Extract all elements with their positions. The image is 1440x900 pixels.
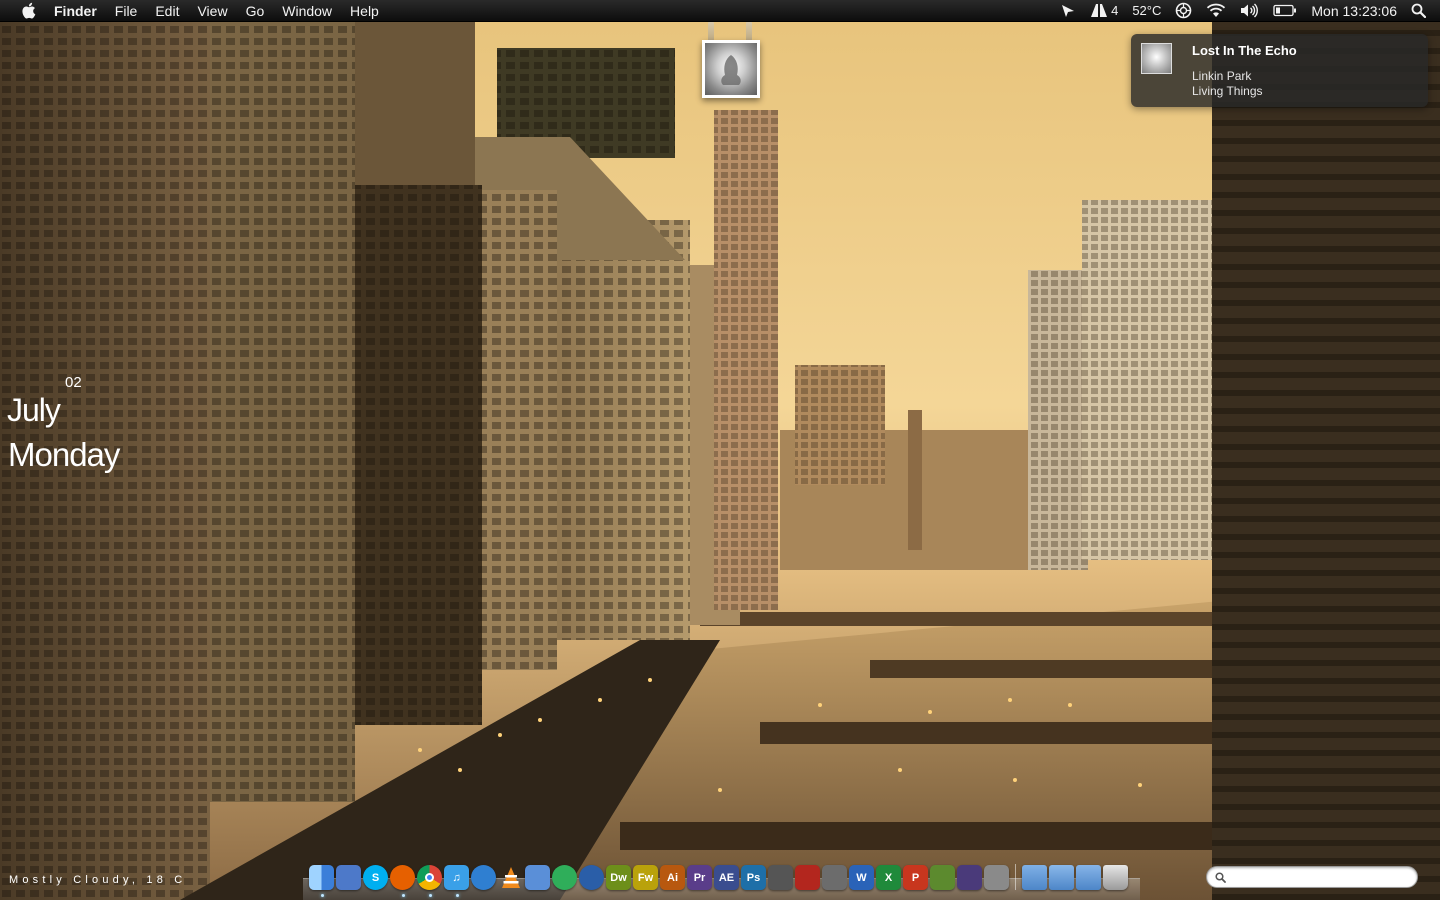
dock-tweetie-icon[interactable] xyxy=(525,865,550,890)
dock-word-label: W xyxy=(856,871,867,884)
dock-wizard-icon[interactable] xyxy=(957,865,982,890)
wifi-icon[interactable] xyxy=(1206,3,1226,18)
city-skyline-illustration xyxy=(0,0,1440,900)
dock-messages-icon[interactable] xyxy=(552,865,577,890)
weather-text: Mostly Cloudy, 18 C xyxy=(9,874,187,886)
dock-running-indicator xyxy=(401,894,405,897)
dock-system-preferences-icon[interactable] xyxy=(984,865,1009,890)
dock-photo-booth-icon[interactable] xyxy=(795,865,820,890)
dock-final-cut-icon[interactable] xyxy=(768,865,793,890)
now-playing-title: Lost In The Echo xyxy=(1192,43,1297,58)
now-playing-notification[interactable]: Lost In The Echo Linkin Park Living Thin… xyxy=(1131,34,1428,107)
dock-finder-icon[interactable] xyxy=(309,865,334,897)
date-day: 02 xyxy=(65,374,82,391)
dock-firefox-icon[interactable] xyxy=(390,865,415,897)
now-playing-artwork xyxy=(1141,43,1172,74)
dock-word-icon[interactable]: W xyxy=(849,865,874,890)
apple-menu-icon[interactable] xyxy=(20,2,36,20)
dock-chrome-icon[interactable] xyxy=(417,865,442,897)
dock-after-effects-label: AE xyxy=(718,871,735,884)
search-input[interactable] xyxy=(1231,870,1417,884)
dock-dreamweaver-label: Dw xyxy=(610,871,627,884)
dock-running-indicator xyxy=(455,894,459,897)
date-month: July xyxy=(7,392,61,428)
dock-minecraft-icon[interactable] xyxy=(930,865,955,890)
dock-safari-icon[interactable] xyxy=(471,865,496,890)
now-playing-artist: Linkin Park xyxy=(1192,69,1252,83)
chrome-center xyxy=(425,873,434,882)
dock-photoshop-label: Ps xyxy=(746,871,761,884)
dock-fireworks-label: Fw xyxy=(637,871,654,884)
clock[interactable]: Mon 13:23:06 xyxy=(1311,3,1397,19)
dock-premiere-icon[interactable]: Pr xyxy=(687,865,712,890)
dock-downloads-folder-icon[interactable] xyxy=(1076,865,1101,890)
album-art-widget[interactable] xyxy=(700,22,760,98)
dock-powerpoint-label: P xyxy=(911,871,920,884)
search-field[interactable] xyxy=(1206,866,1418,888)
menu-window[interactable]: Window xyxy=(273,0,341,22)
dock-excel-label: X xyxy=(884,871,893,884)
dock-skype-icon[interactable]: S xyxy=(363,865,388,890)
dock-illustrator-icon[interactable]: Ai xyxy=(660,865,685,890)
album-art-image xyxy=(705,43,757,95)
dock: S ♫ Dw Fw Ai Pr AE Ps W X P xyxy=(303,862,1140,900)
menu-help[interactable]: Help xyxy=(341,0,388,22)
adobe-icon xyxy=(1091,4,1108,17)
menu-app-name[interactable]: Finder xyxy=(54,0,106,22)
dock-itunes-icon[interactable]: ♫ xyxy=(444,865,469,897)
dock-documents-folder-icon[interactable] xyxy=(1049,865,1074,890)
menu-go[interactable]: Go xyxy=(237,0,274,22)
now-playing-album: Living Things xyxy=(1192,84,1263,98)
menu-edit[interactable]: Edit xyxy=(146,0,188,22)
temperature-status[interactable]: 52°C xyxy=(1132,3,1161,18)
dock-fireworks-icon[interactable]: Fw xyxy=(633,865,658,890)
dock-vlc-icon[interactable] xyxy=(498,865,523,890)
clock-text: Mon 13:23:06 xyxy=(1311,2,1397,19)
dock-trash-icon[interactable] xyxy=(1103,865,1128,890)
dock-stream-icon[interactable] xyxy=(579,865,604,890)
aperture-status-icon[interactable] xyxy=(1175,2,1192,19)
menu-bar: Finder File Edit View Go Window Help 4 5… xyxy=(0,0,1440,22)
cursor-status-icon[interactable] xyxy=(1060,3,1076,19)
dock-running-indicator xyxy=(320,894,324,897)
date-weekday: Monday xyxy=(8,436,120,473)
dock-mail-icon[interactable] xyxy=(336,865,361,890)
dock-illustrator-label: Ai xyxy=(667,871,678,884)
dock-separator xyxy=(1015,864,1016,890)
dock-skype-label: S xyxy=(371,871,380,884)
dock-icon-row: S ♫ Dw Fw Ai Pr AE Ps W X P xyxy=(309,864,1130,897)
dock-itunes-label: ♫ xyxy=(452,871,461,884)
desktop-wallpaper xyxy=(0,0,1440,900)
dock-photoshop-icon[interactable]: Ps xyxy=(741,865,766,890)
spotlight-icon[interactable] xyxy=(1411,3,1426,18)
dock-after-effects-icon[interactable]: AE xyxy=(714,865,739,890)
menu-view[interactable]: View xyxy=(188,0,236,22)
volume-icon[interactable] xyxy=(1240,3,1259,18)
dock-dreamweaver-icon[interactable]: Dw xyxy=(606,865,631,890)
dock-running-indicator xyxy=(428,894,432,897)
album-art-frame xyxy=(702,40,760,98)
search-icon xyxy=(1215,871,1226,883)
dock-powerpoint-icon[interactable]: P xyxy=(903,865,928,890)
dock-premiere-label: Pr xyxy=(693,871,706,884)
adobe-updater-status[interactable]: 4 xyxy=(1090,3,1118,18)
battery-icon[interactable] xyxy=(1273,4,1297,17)
dock-aperture-icon[interactable] xyxy=(822,865,847,890)
menu-file[interactable]: File xyxy=(106,0,147,22)
temperature-text: 52°C xyxy=(1132,3,1162,18)
dock-applications-folder-icon[interactable] xyxy=(1022,865,1047,890)
adobe-count: 4 xyxy=(1111,3,1119,18)
dock-excel-icon[interactable]: X xyxy=(876,865,901,890)
